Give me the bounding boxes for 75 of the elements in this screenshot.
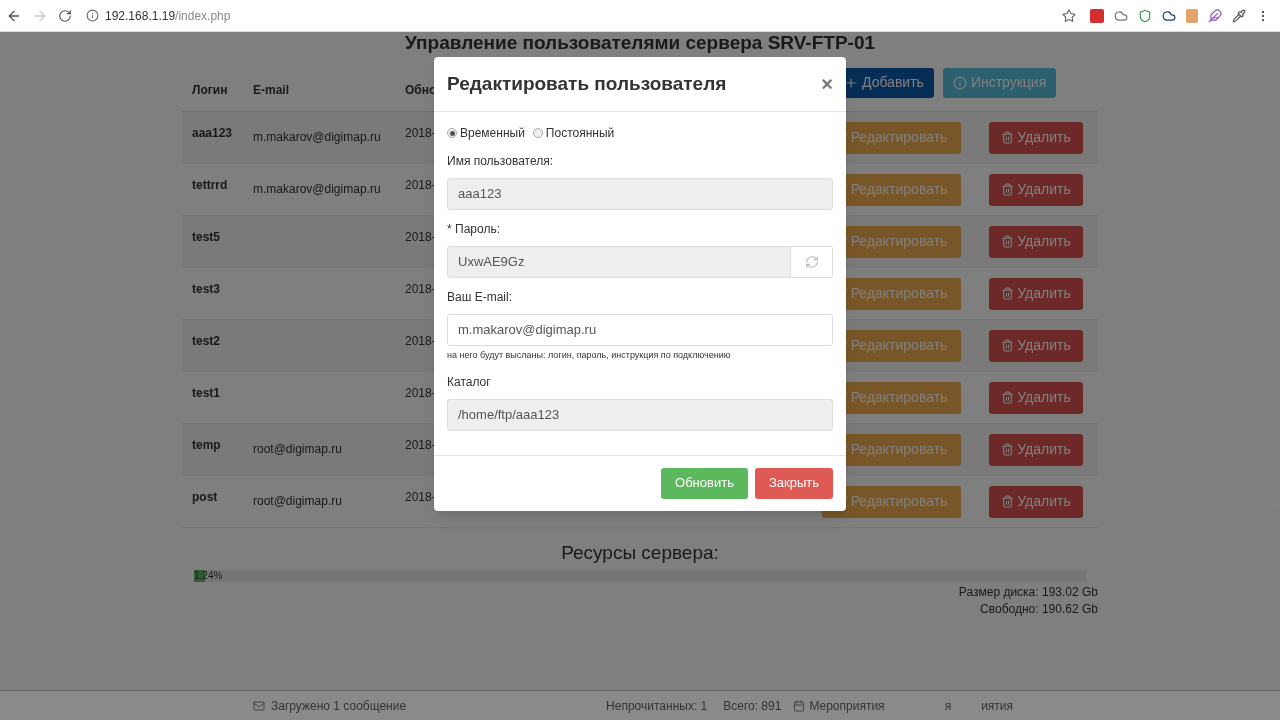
trash-icon (1001, 235, 1015, 248)
dialog-title: Редактировать пользователя (447, 71, 727, 96)
login-cell-text: aaa123 (192, 125, 234, 142)
date-cell-text: 2018- (405, 333, 436, 350)
status-text: Всего: 891 (723, 697, 782, 715)
trash-icon (1001, 391, 1015, 404)
page-title: Управление пользователями сервера SRV-FTP-01 (403, 32, 877, 54)
date-cell-text: 2018- (405, 437, 436, 454)
extension-icon[interactable] (1090, 8, 1104, 23)
date-cell-text: 2018- (405, 281, 436, 298)
disk-size-text: Размер диска: 193.02 Gb (958, 584, 1098, 601)
login-cell-text: temp (192, 437, 222, 454)
status-text: Загружено 1 сообщение (271, 697, 407, 715)
help-text: на него будут высланы: логин, пароль, инструкция по подключению (447, 349, 732, 362)
date-cell-text: 2018- (405, 229, 436, 246)
delete-button[interactable]: Удалить (989, 121, 1083, 154)
delete-button[interactable]: Удалить (989, 277, 1083, 310)
email-cell: root@digimap.ru (253, 442, 342, 456)
close-button[interactable]: × (821, 74, 833, 94)
column-header: Логин (192, 82, 228, 99)
login-cell-text: post (192, 489, 219, 506)
date-cell-text: 2018- (405, 125, 436, 142)
email-cell: m.makarov@digimap.ru (253, 130, 381, 144)
taskbar-item[interactable]: иятия (981, 696, 1014, 715)
cloud-icon[interactable] (1162, 8, 1176, 23)
trash-icon (1001, 339, 1015, 352)
taskbar-item[interactable]: я (944, 696, 952, 715)
free-space-text: Свободно: 190.62 Gb (980, 601, 1098, 618)
delete-button[interactable]: Удалить (989, 329, 1083, 362)
email-cell: m.makarov@digimap.ru (253, 182, 381, 196)
date-cell-text: 2018- (405, 489, 436, 506)
field-label: Имя пользователя: (447, 153, 554, 170)
trash-icon (1001, 131, 1015, 144)
input-field[interactable]: m.makarov@digimap.ru (447, 314, 833, 346)
info-icon[interactable] (86, 9, 99, 22)
trash-icon (1001, 287, 1015, 300)
field-label: * Пароль: (447, 221, 500, 238)
status-text: Непрочитанных: 1 (606, 697, 708, 715)
address-bar[interactable]: 192.168.1.19/index.php (82, 3, 1080, 28)
delete-button[interactable]: Удалить (989, 381, 1083, 414)
delete-button[interactable]: Удалить (989, 433, 1083, 466)
trash-icon (1001, 495, 1015, 508)
close-dialog-button[interactable]: Закрыть (754, 467, 833, 499)
login-cell-text: test5 (192, 229, 221, 246)
shield-icon[interactable] (1138, 8, 1152, 23)
reload-icon[interactable] (58, 8, 72, 23)
login-cell-text: tettrrd (192, 177, 229, 194)
delete-button[interactable]: Удалить (989, 485, 1083, 518)
feather-icon[interactable] (1208, 8, 1222, 23)
refresh-icon (804, 255, 819, 269)
column-header: E-mail (253, 82, 289, 99)
info-icon (952, 75, 967, 90)
delete-button[interactable]: Удалить (989, 225, 1083, 258)
trash-icon (1001, 183, 1015, 196)
field-label: Ваш E-mail: (447, 289, 512, 306)
account-type-radio[interactable]: Постоянный (532, 124, 615, 142)
field-label: Каталог (447, 373, 491, 391)
login-cell-text: test3 (192, 281, 221, 298)
login-cell-text: test2 (192, 333, 221, 350)
delete-button[interactable]: Удалить (989, 173, 1083, 206)
account-type-radio[interactable]: Временный (447, 124, 525, 142)
url-text: 192.168.1.19/index.php (105, 7, 231, 25)
resources-title: Ресурсы сервера: (561, 542, 719, 564)
trash-icon (1001, 443, 1015, 456)
email-cell: root@digimap.ru (253, 494, 342, 508)
instruction-button[interactable]: Инструкция (942, 67, 1057, 98)
taskbar-item[interactable]: Мероприятия (809, 696, 885, 715)
calendar-icon[interactable] (793, 699, 806, 712)
eyedropper-icon[interactable] (1232, 8, 1246, 23)
cloud-icon[interactable] (1114, 8, 1128, 23)
update-button[interactable]: Обновить (661, 467, 748, 499)
date-cell-text: 2018- (405, 177, 436, 194)
login-cell-text: test1 (192, 385, 221, 402)
bookmark-star-icon[interactable] (1062, 8, 1076, 23)
date-cell-text: 2018- (405, 385, 436, 402)
